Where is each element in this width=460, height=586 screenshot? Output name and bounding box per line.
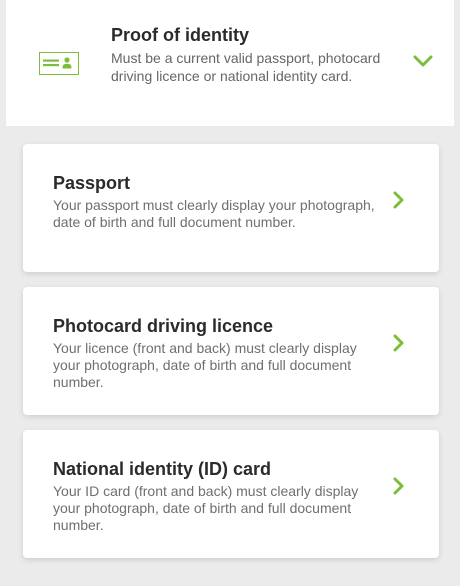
chevron-down-icon[interactable] bbox=[412, 52, 434, 70]
section-title: Proof of identity bbox=[111, 25, 249, 45]
id-card-icon bbox=[39, 52, 79, 75]
option-title: Photocard driving licence bbox=[53, 316, 274, 336]
proof-of-identity-header[interactable]: Proof of identity Must be a current vali… bbox=[6, 0, 454, 126]
option-description: Your licence (front and back) must clear… bbox=[53, 340, 357, 390]
chevron-right-icon bbox=[391, 476, 405, 496]
option-title: Passport bbox=[53, 173, 131, 193]
option-passport[interactable]: Passport Your passport must clearly disp… bbox=[23, 144, 439, 272]
option-description: Your ID card (front and back) must clear… bbox=[53, 483, 359, 533]
section-description: Must be a current valid passport, photoc… bbox=[111, 50, 381, 84]
option-photocard-driving-licence[interactable]: Photocard driving licence Your licence (… bbox=[23, 287, 439, 415]
option-description: Your passport must clearly display your … bbox=[53, 197, 375, 230]
option-title: National identity (ID) card bbox=[53, 459, 272, 479]
chevron-right-icon bbox=[391, 190, 405, 210]
option-national-identity-card[interactable]: National identity (ID) card Your ID card… bbox=[23, 430, 439, 558]
chevron-right-icon bbox=[391, 333, 405, 353]
